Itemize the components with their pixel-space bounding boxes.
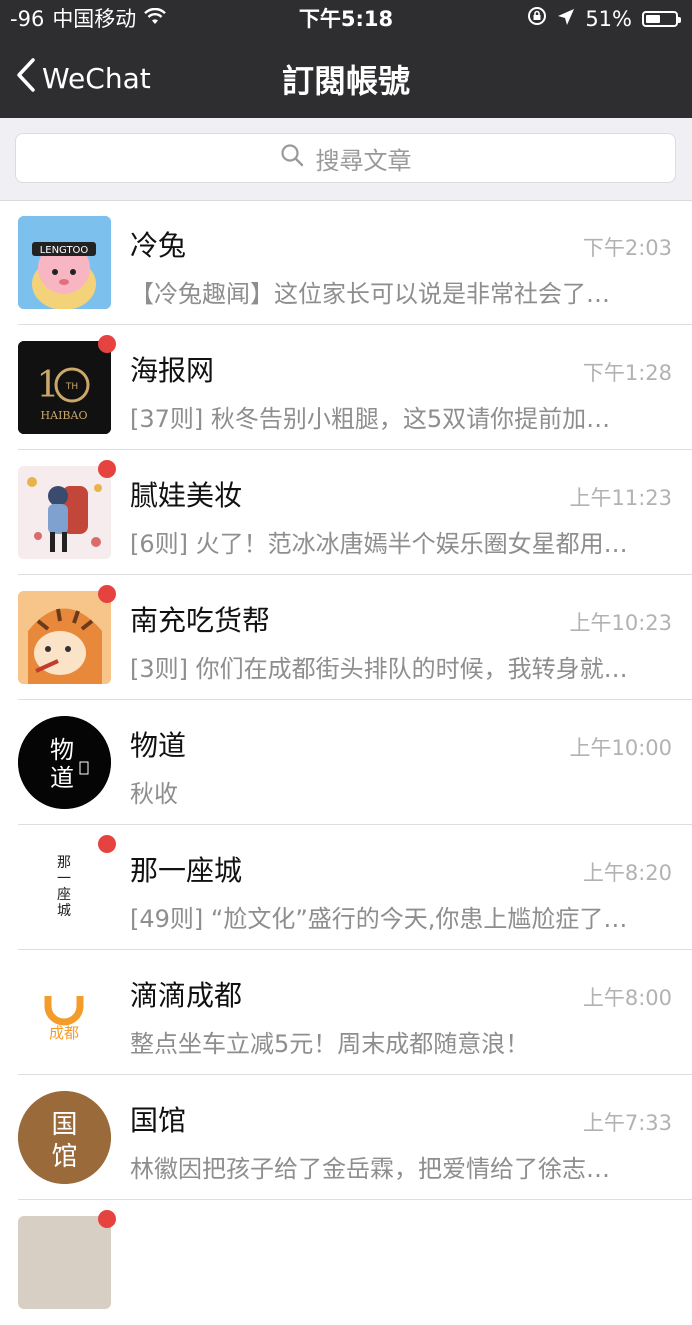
unread-dot (98, 835, 116, 853)
unread-dot (98, 335, 116, 353)
avatar-logo-char: 一 (57, 871, 71, 887)
list-item[interactable]: 腻娃美妆 上午11:23 [6则] 火了！范冰冰唐嫣半个娱乐圈女星都用… (0, 450, 692, 575)
item-preview: [3则] 你们在成都街头排队的时候，我转身就… (130, 655, 628, 683)
item-preview: 秋收 (130, 780, 178, 808)
item-time: 上午8:20 (582, 861, 672, 885)
avatar: 物 道 (18, 716, 111, 809)
avatar-logo-text: HAIBAO (41, 409, 88, 422)
account-name: 冷兔 (130, 229, 187, 262)
item-time: 上午10:00 (569, 736, 672, 760)
item-time: 下午2:03 (582, 236, 672, 260)
avatar-logo-text-bottom: 道 (50, 764, 74, 792)
battery-fill (646, 15, 660, 23)
list-item[interactable] (0, 1200, 692, 1325)
avatar: 国 馆 (18, 1091, 111, 1184)
account-name: 海报网 (130, 354, 215, 387)
subscription-list: LENGTOO 冷兔 下午2:03 【冷兔趣闻】这位家长可以说是非常社会了… 1… (0, 200, 692, 1325)
account-name: 腻娃美妆 (130, 479, 243, 512)
item-preview: [49则] “尬文化”盛行的今天,你患上尴尬症了… (130, 905, 628, 933)
avatar-logo-char: 城 (57, 903, 71, 919)
list-item[interactable]: 物 道 物道 上午10:00 秋收 (0, 700, 692, 825)
list-item[interactable]: 南充吃货帮 上午10:23 [3则] 你们在成都街头排队的时候，我转身就… (0, 575, 692, 700)
svg-text:TH: TH (65, 382, 78, 392)
avatar-logo-text: 成都 (49, 1024, 79, 1042)
avatar: 1 TH HAIBAO (18, 341, 111, 434)
account-name: 南充吃货帮 (130, 604, 271, 637)
avatar: LENGTOO (18, 216, 111, 309)
item-time: 下午1:28 (582, 361, 672, 385)
location-arrow-icon (557, 0, 575, 38)
list-item[interactable]: 国 馆 国馆 上午7:33 林徽因把孩子给了金岳霖，把爱情给了徐志… (0, 1075, 692, 1200)
battery-icon (642, 11, 681, 27)
unread-dot (98, 585, 116, 603)
item-preview: 林徽因把孩子给了金岳霖，把爱情给了徐志… (130, 1155, 610, 1183)
search-icon (280, 143, 304, 173)
list-item[interactable]: 那 一 座 城 那一座城 上午8:20 [49则] “尬文化”盛行的今天,你患上… (0, 825, 692, 950)
account-name: 滴滴成都 (130, 979, 243, 1012)
unread-dot (98, 1210, 116, 1228)
account-name: 国馆 (130, 1104, 187, 1137)
avatar-logo-char: 座 (57, 887, 71, 903)
search-area: 搜尋文章 (0, 118, 692, 201)
rotation-lock-icon (527, 0, 547, 38)
item-preview: [6则] 火了！范冰冰唐嫣半个娱乐圈女星都用… (130, 530, 628, 558)
avatar-logo-text: LENGTOO (40, 245, 89, 256)
account-name: 那一座城 (130, 854, 243, 887)
avatar-logo-char: 国 (51, 1110, 77, 1140)
status-bar: -96 中国移动 下午5:18 51% (0, 0, 692, 38)
item-preview: [37则] 秋冬告别小粗腿，这5双请你提前加… (130, 405, 611, 433)
item-time: 上午10:23 (569, 611, 672, 635)
item-preview: 【冷兔趣闻】这位家长可以说是非常社会了… (130, 280, 610, 308)
avatar-logo-char: 馆 (51, 1142, 77, 1172)
item-time: 上午8:00 (582, 986, 672, 1010)
search-placeholder: 搜尋文章 (315, 146, 412, 175)
item-preview: 整点坐车立减5元！周末成都随意浪！ (130, 1030, 530, 1058)
page-title: 訂閱帳號 (281, 62, 410, 100)
top-bar: -96 中国移动 下午5:18 51% WeChat 訂閱帳號 (0, 0, 692, 118)
battery-percent: 51% (585, 7, 632, 31)
search-input[interactable]: 搜尋文章 (15, 133, 676, 183)
list-item[interactable]: LENGTOO 冷兔 下午2:03 【冷兔趣闻】这位家长可以说是非常社会了… (0, 200, 692, 325)
avatar: 那 一 座 城 (18, 841, 111, 934)
avatar (18, 466, 111, 559)
item-time: 上午7:33 (582, 1111, 672, 1135)
avatar-logo-text-top: 物 (50, 736, 74, 764)
status-right: 51% (527, 0, 681, 38)
unread-dot (98, 460, 116, 478)
item-time: 上午11:23 (569, 486, 672, 510)
account-name: 物道 (130, 729, 187, 762)
list-item[interactable]: 1 TH HAIBAO 海报网 下午1:28 [37则] 秋冬告别小粗腿，这5双… (0, 325, 692, 450)
avatar (18, 591, 111, 684)
avatar: 成都 (18, 966, 111, 1059)
list-item[interactable]: 成都 滴滴成都 上午8:00 整点坐车立减5元！周末成都随意浪！ (0, 950, 692, 1075)
navigation-bar: WeChat 訂閱帳號 (0, 38, 692, 118)
avatar-logo-char: 那 (57, 855, 71, 871)
